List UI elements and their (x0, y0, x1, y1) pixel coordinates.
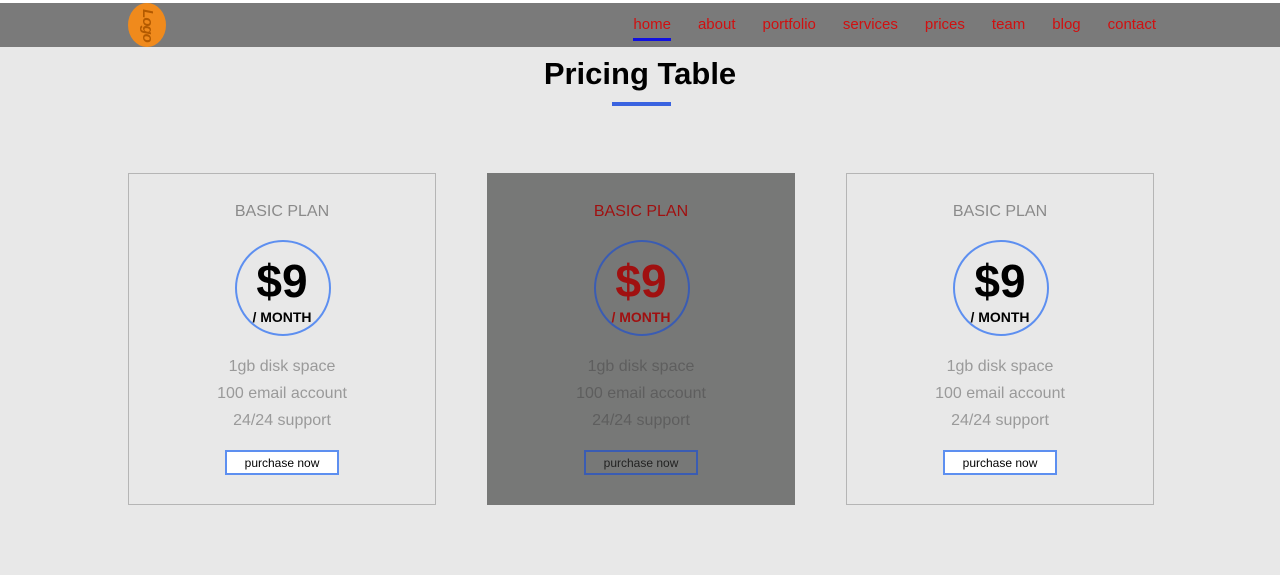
feature-item: 100 email account (217, 385, 347, 402)
plan-name: BASIC PLAN (593, 203, 689, 220)
purchase-button[interactable]: purchase now (584, 450, 698, 475)
feature-item: 24/24 support (233, 412, 331, 429)
plan-price: $9 (615, 255, 667, 307)
nav-link-contact[interactable]: contact (1108, 16, 1156, 35)
plan-period: / MONTH (970, 309, 1030, 325)
feature-item: 100 email account (576, 385, 706, 402)
feature-item: 24/24 support (951, 412, 1049, 429)
pricing-card-3: BASIC PLAN $9 / MONTH 1gb disk space 100… (846, 173, 1154, 505)
logo[interactable]: Logo (128, 3, 166, 47)
nav-link-prices[interactable]: prices (925, 16, 965, 35)
feature-item: 1gb disk space (228, 358, 336, 375)
nav-link-team[interactable]: team (992, 16, 1025, 35)
pricing-card-2: BASIC PLAN $9 / MONTH 1gb disk space 100… (487, 173, 795, 505)
nav-link-home[interactable]: home (633, 16, 671, 41)
feature-item: 100 email account (935, 385, 1065, 402)
feature-item: 1gb disk space (946, 358, 1054, 375)
nav-link-blog[interactable]: blog (1052, 16, 1080, 35)
pricing-card-1: BASIC PLAN $9 / MONTH 1gb disk space 100… (128, 173, 436, 505)
feature-item: 24/24 support (592, 412, 690, 429)
page-title: Pricing Table (543, 56, 737, 91)
feature-item: 1gb disk space (587, 358, 695, 375)
feature-list: 1gb disk space 100 email account 24/24 s… (847, 358, 1153, 439)
feature-list: 1gb disk space 100 email account 24/24 s… (129, 358, 435, 439)
title-underline (612, 102, 671, 106)
plan-name: BASIC PLAN (234, 203, 330, 220)
logo-text: Logo (138, 8, 156, 42)
purchase-button[interactable]: purchase now (943, 450, 1057, 475)
feature-list: 1gb disk space 100 email account 24/24 s… (488, 358, 794, 439)
nav-link-services[interactable]: services (843, 16, 898, 35)
plan-price: $9 (974, 255, 1026, 307)
plan-period: / MONTH (252, 309, 312, 325)
purchase-button[interactable]: purchase now (225, 450, 339, 475)
plan-name: BASIC PLAN (952, 203, 1048, 220)
plan-price: $9 (256, 255, 308, 307)
nav-link-about[interactable]: about (698, 16, 736, 35)
plan-period: / MONTH (611, 309, 671, 325)
nav-link-portfolio[interactable]: portfolio (763, 16, 816, 35)
nav-menu: home about portfolio services prices tea… (633, 3, 1156, 47)
navbar: Logo home about portfolio services price… (0, 3, 1280, 47)
